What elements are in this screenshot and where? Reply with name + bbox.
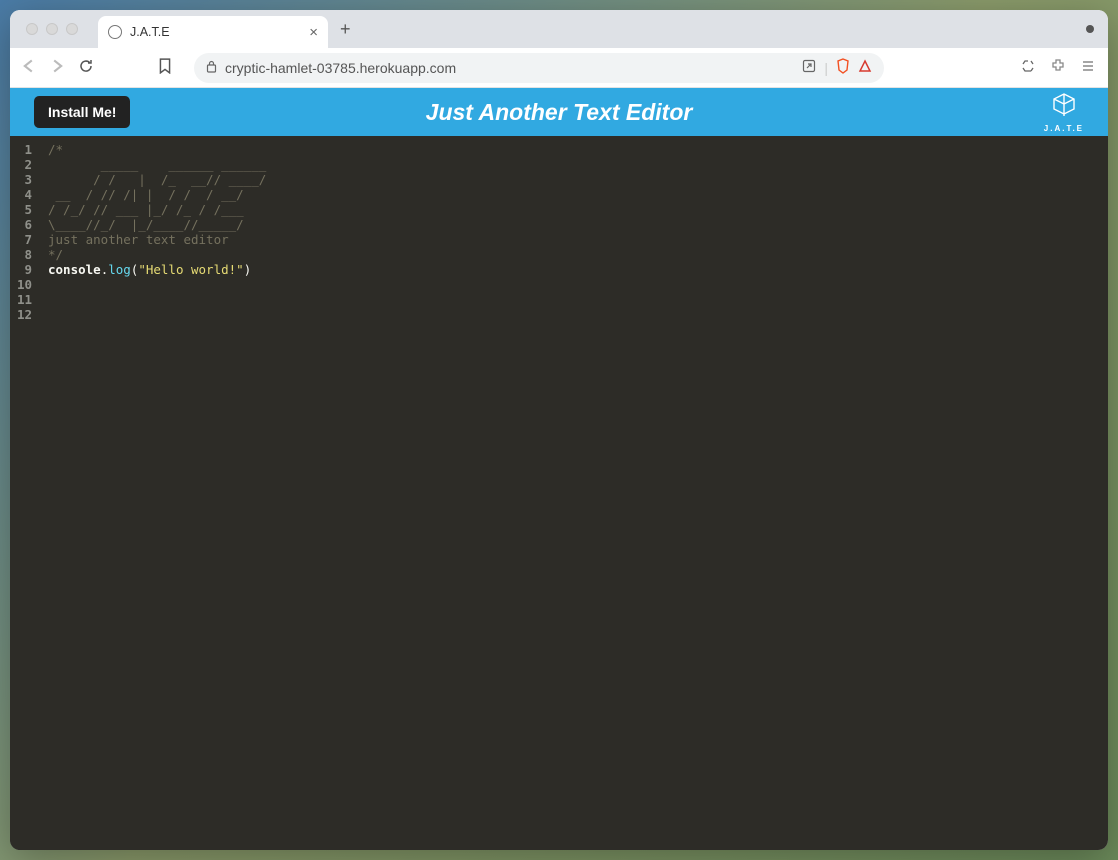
line-number: 5 xyxy=(10,202,36,217)
line-number: 3 xyxy=(10,172,36,187)
app-title: Just Another Text Editor xyxy=(426,99,693,126)
code-content[interactable]: /* _____ ______ ______ / / | /_ __// ___… xyxy=(42,136,266,850)
browser-window: J.A.T.E × + cryptic-hamlet-03785.herokua… xyxy=(10,10,1108,850)
menu-icon[interactable] xyxy=(1080,58,1096,78)
line-gutter: 1 2 3 4 5 6 7 8 9 10 11 12 xyxy=(10,136,42,850)
extensions-icon[interactable] xyxy=(1050,58,1066,78)
token-paren-close: ) xyxy=(244,262,252,277)
tab-overflow-icon[interactable] xyxy=(1082,21,1098,37)
browser-tab[interactable]: J.A.T.E × xyxy=(98,16,328,48)
lock-icon xyxy=(206,60,217,76)
window-controls xyxy=(20,23,84,35)
forward-button[interactable] xyxy=(50,59,64,77)
globe-icon xyxy=(108,25,122,39)
bookmark-icon[interactable] xyxy=(158,58,172,78)
token-method: log xyxy=(108,262,131,277)
minimize-window-button[interactable] xyxy=(46,23,58,35)
recycle-icon[interactable] xyxy=(1020,58,1036,78)
line-number: 11 xyxy=(10,292,36,307)
code-line: __ / // /| | / / / __/ xyxy=(48,187,266,202)
brave-shield-icon[interactable] xyxy=(836,58,850,77)
brave-rewards-icon[interactable] xyxy=(858,59,872,76)
maximize-window-button[interactable] xyxy=(66,23,78,35)
code-line: \____//_/ |_/____//_____/ xyxy=(48,217,266,232)
line-number: 4 xyxy=(10,187,36,202)
code-line: just another text editor xyxy=(48,232,266,247)
line-number: 2 xyxy=(10,157,36,172)
reload-button[interactable] xyxy=(78,58,94,78)
line-number: 8 xyxy=(10,247,36,262)
token-string: "Hello world!" xyxy=(138,262,243,277)
tab-title: J.A.T.E xyxy=(130,25,170,39)
toolbar-right xyxy=(1020,58,1096,78)
new-tab-button[interactable]: + xyxy=(340,19,351,40)
code-line: /* xyxy=(48,142,266,157)
app-logo: J.A.T.E xyxy=(1044,92,1084,133)
code-line: */ xyxy=(48,247,266,262)
code-editor[interactable]: 1 2 3 4 5 6 7 8 9 10 11 12 /* _____ ____… xyxy=(10,136,1108,850)
browser-toolbar: cryptic-hamlet-03785.herokuapp.com | xyxy=(10,48,1108,88)
code-line: _____ ______ ______ xyxy=(48,157,266,172)
divider: | xyxy=(824,60,828,76)
line-number: 9 xyxy=(10,262,36,277)
address-bar[interactable]: cryptic-hamlet-03785.herokuapp.com | xyxy=(194,53,884,83)
line-number: 10 xyxy=(10,277,36,292)
cube-icon xyxy=(1051,92,1077,118)
code-line: / / | /_ __// ____/ xyxy=(48,172,266,187)
url-text: cryptic-hamlet-03785.herokuapp.com xyxy=(225,60,456,76)
install-button[interactable]: Install Me! xyxy=(34,96,130,128)
close-tab-icon[interactable]: × xyxy=(309,25,318,40)
token-object: console xyxy=(48,262,101,277)
external-link-icon[interactable] xyxy=(802,59,816,76)
browser-tab-bar: J.A.T.E × + xyxy=(10,10,1108,48)
app-header: Install Me! Just Another Text Editor J.A… xyxy=(10,88,1108,136)
line-number: 7 xyxy=(10,232,36,247)
back-button[interactable] xyxy=(22,59,36,77)
code-line: / /_/ // ___ |_/ /_ / /___ xyxy=(48,202,266,217)
logo-text: J.A.T.E xyxy=(1044,124,1084,133)
line-number: 1 xyxy=(10,142,36,157)
close-window-button[interactable] xyxy=(26,23,38,35)
code-line: console.log("Hello world!") xyxy=(48,262,266,277)
line-number: 12 xyxy=(10,307,36,322)
line-number: 6 xyxy=(10,217,36,232)
